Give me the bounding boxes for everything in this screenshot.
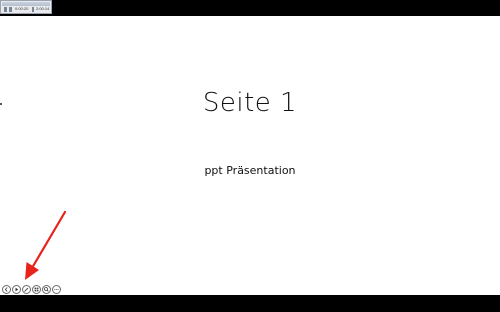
play-icon: [15, 287, 19, 292]
slide-canvas[interactable]: Seite 1 ppt Präsentation: [0, 16, 500, 295]
grid-icon: [34, 287, 39, 292]
toolbar-reset-icon[interactable]: [32, 7, 34, 12]
bottom-black-bar: [0, 295, 500, 312]
slide-title: Seite 1: [202, 88, 298, 118]
ellipsis-icon: [54, 289, 59, 290]
zoom-button[interactable]: [42, 285, 51, 294]
slide-edge-mark: [0, 103, 2, 105]
toolbar-pause-icon[interactable]: [9, 7, 12, 12]
magnifier-icon: [44, 287, 49, 292]
pen-icon: [24, 287, 29, 292]
slide-subtitle: ppt Präsentation: [204, 164, 296, 177]
elapsed-time: 0:00:20: [15, 6, 29, 11]
more-options-button[interactable]: [52, 285, 61, 294]
total-time: 2:00:14: [36, 6, 50, 11]
next-slide-button[interactable]: [12, 285, 21, 294]
slideshow-controls: [2, 285, 61, 296]
presenter-toolbar[interactable]: 0:00:20 2:00:14: [0, 0, 52, 14]
pen-tool-button[interactable]: [22, 285, 31, 294]
see-all-slides-button[interactable]: [32, 285, 41, 294]
top-black-bar: [0, 0, 500, 16]
toolbar-back-icon[interactable]: [4, 7, 7, 12]
previous-slide-button[interactable]: [2, 285, 11, 294]
chevron-left-icon: [4, 287, 8, 292]
